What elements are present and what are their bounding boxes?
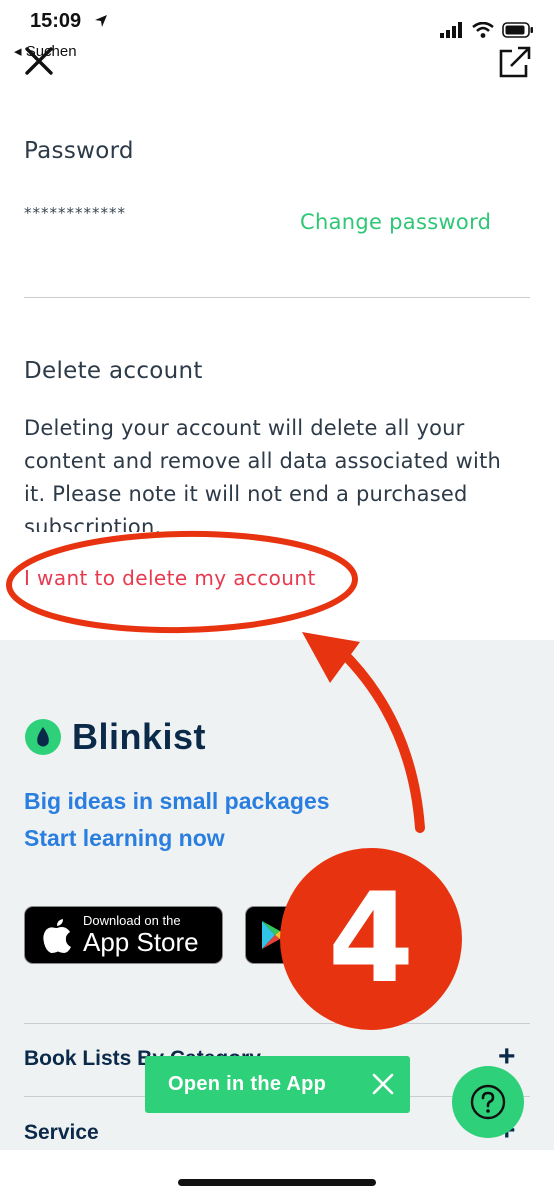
blinkist-leaf-icon	[25, 719, 61, 755]
delete-account-link[interactable]: I want to delete my account	[24, 566, 316, 590]
footer-divider-top	[24, 1023, 530, 1024]
description-clip	[0, 532, 554, 560]
app-store-button[interactable]: Download on the App Store	[24, 906, 223, 964]
open-in-app-banner[interactable]: Open in the App	[145, 1056, 410, 1113]
password-mask: ************	[24, 204, 126, 222]
brand-name: Blinkist	[72, 716, 207, 757]
status-icons	[440, 20, 534, 40]
wifi-icon	[472, 22, 494, 38]
change-password-link[interactable]: Change password	[300, 210, 491, 234]
bottom-bar	[0, 1150, 554, 1200]
signal-icon	[440, 22, 462, 38]
blinkist-logo[interactable]: Blinkist	[24, 716, 206, 758]
home-indicator[interactable]	[178, 1179, 376, 1186]
delete-account-description: Deleting your account will delete all yo…	[24, 416, 502, 539]
open-external-icon[interactable]	[498, 46, 532, 78]
status-time: 15:09	[30, 10, 82, 32]
back-to-search-link[interactable]: ◂ Suchen	[14, 42, 77, 60]
app-store-big-text: App Store	[83, 927, 199, 957]
tagline-primary[interactable]: Big ideas in small packages	[24, 788, 330, 815]
close-icon[interactable]	[372, 1073, 394, 1095]
help-button[interactable]	[452, 1066, 524, 1138]
step-number-badge: 4	[280, 848, 462, 1030]
apple-icon	[43, 919, 71, 953]
status-bar: 15:09	[0, 0, 554, 44]
app-store-small-text: Download on the	[83, 913, 181, 928]
location-arrow-icon	[95, 15, 107, 27]
accordion-service[interactable]: Service	[24, 1121, 530, 1145]
open-in-app-label: Open in the App	[168, 1073, 327, 1095]
tagline-secondary[interactable]: Start learning now	[24, 825, 225, 852]
battery-icon	[502, 22, 533, 38]
password-title: Password	[24, 138, 134, 164]
delete-account-title: Delete account	[24, 358, 203, 384]
question-mark-icon	[470, 1084, 506, 1120]
section-divider	[24, 297, 530, 298]
